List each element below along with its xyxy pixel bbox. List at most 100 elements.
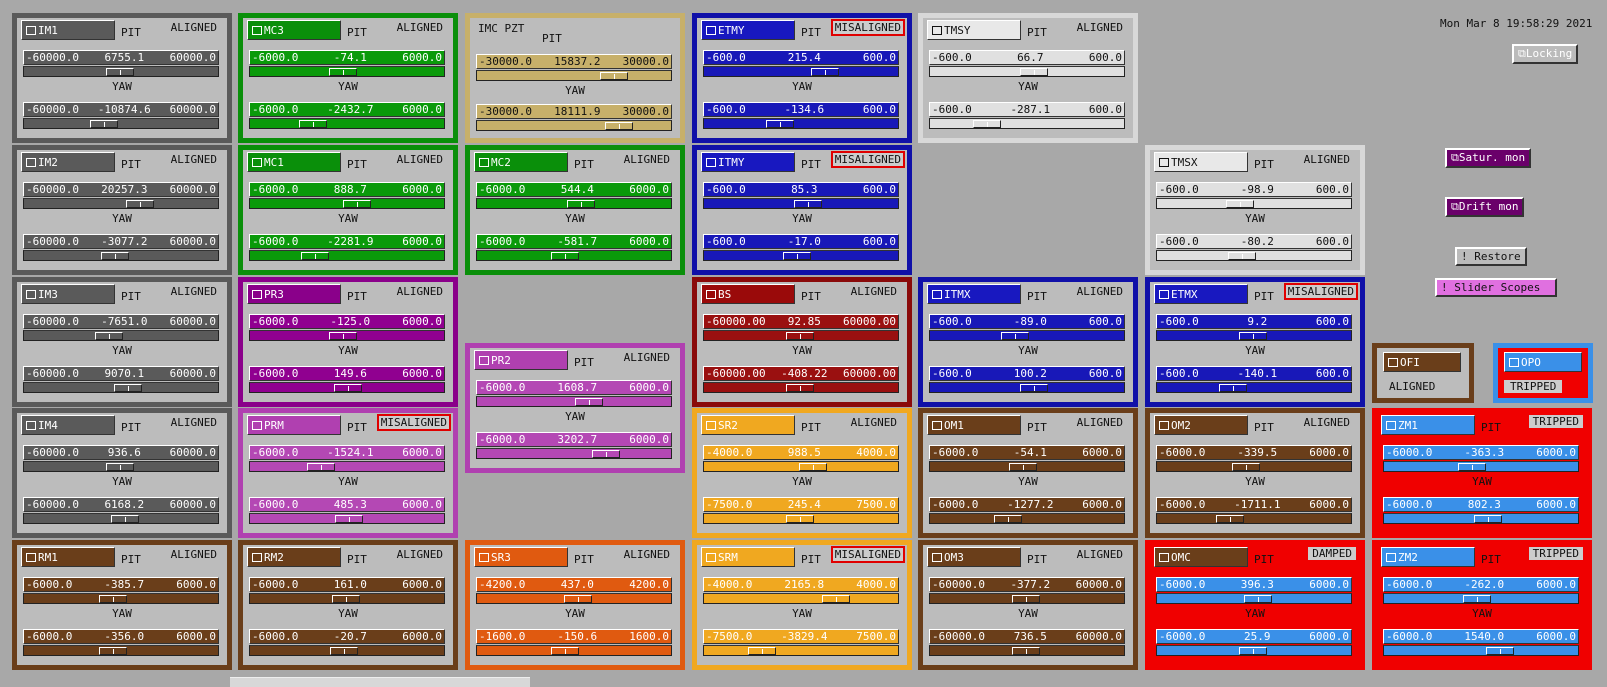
open-om3-button[interactable]: OM3 (927, 547, 1021, 567)
pit-slider[interactable] (703, 593, 899, 604)
pit-slider-handle[interactable] (575, 398, 603, 406)
yaw-slider-handle[interactable] (90, 120, 118, 128)
yaw-slider-handle[interactable] (1228, 252, 1256, 260)
pit-slider[interactable] (703, 66, 899, 77)
yaw-slider-handle[interactable] (114, 384, 142, 392)
pit-slider-handle[interactable] (99, 595, 127, 603)
open-rm2-button[interactable]: RM2 (247, 547, 341, 567)
yaw-slider[interactable] (1156, 645, 1352, 656)
yaw-slider-handle[interactable] (605, 122, 633, 130)
pit-slider[interactable] (1156, 593, 1352, 604)
yaw-slider-handle[interactable] (101, 252, 129, 260)
open-itmy-button[interactable]: ITMY (701, 152, 795, 172)
pit-slider[interactable] (929, 330, 1125, 341)
pit-slider-handle[interactable] (1244, 595, 1272, 603)
pit-slider-handle[interactable] (329, 68, 357, 76)
yaw-slider[interactable] (1383, 645, 1579, 656)
pit-slider-handle[interactable] (567, 200, 595, 208)
yaw-slider[interactable] (249, 513, 445, 524)
yaw-slider-handle[interactable] (1474, 515, 1502, 523)
pit-slider[interactable] (1156, 198, 1352, 209)
open-sr2-button[interactable]: SR2 (701, 415, 795, 435)
drift-mon-button[interactable]: ⧉Drift mon (1445, 197, 1525, 217)
yaw-slider[interactable] (23, 382, 219, 393)
open-im4-button[interactable]: IM4 (21, 415, 115, 435)
yaw-slider[interactable] (703, 118, 899, 129)
open-opo-button[interactable]: OPO (1504, 352, 1582, 372)
open-etmx-button[interactable]: ETMX (1154, 284, 1248, 304)
yaw-slider[interactable] (249, 645, 445, 656)
yaw-slider[interactable] (249, 118, 445, 129)
open-etmy-button[interactable]: ETMY (701, 20, 795, 40)
pit-slider[interactable] (929, 461, 1125, 472)
yaw-slider[interactable] (929, 118, 1125, 129)
pit-slider-handle[interactable] (1001, 332, 1029, 340)
yaw-slider[interactable] (703, 513, 899, 524)
yaw-slider[interactable] (249, 250, 445, 261)
yaw-slider-handle[interactable] (766, 120, 794, 128)
yaw-slider[interactable] (23, 250, 219, 261)
yaw-slider-handle[interactable] (301, 252, 329, 260)
yaw-slider-handle[interactable] (111, 515, 139, 523)
pit-slider-handle[interactable] (126, 200, 154, 208)
yaw-slider-handle[interactable] (748, 647, 776, 655)
yaw-slider-handle[interactable] (1020, 384, 1048, 392)
open-rm1-button[interactable]: RM1 (21, 547, 115, 567)
yaw-slider[interactable] (703, 382, 899, 393)
yaw-slider-handle[interactable] (786, 384, 814, 392)
pit-slider-handle[interactable] (307, 463, 335, 471)
open-sr3-button[interactable]: SR3 (474, 547, 568, 567)
pit-slider[interactable] (23, 593, 219, 604)
yaw-slider-handle[interactable] (973, 120, 1001, 128)
open-om2-button[interactable]: OM2 (1154, 415, 1248, 435)
pit-slider[interactable] (476, 70, 672, 81)
pit-slider[interactable] (929, 593, 1125, 604)
yaw-slider[interactable] (1156, 513, 1352, 524)
yaw-slider-handle[interactable] (1216, 515, 1244, 523)
open-im2-button[interactable]: IM2 (21, 152, 115, 172)
yaw-slider-handle[interactable] (551, 647, 579, 655)
yaw-slider-handle[interactable] (1239, 647, 1267, 655)
yaw-slider[interactable] (703, 250, 899, 261)
yaw-slider-handle[interactable] (334, 384, 362, 392)
yaw-slider-handle[interactable] (330, 647, 358, 655)
open-omc-button[interactable]: OMC (1154, 547, 1248, 567)
yaw-slider[interactable] (929, 382, 1125, 393)
pit-slider-handle[interactable] (106, 463, 134, 471)
pit-slider[interactable] (249, 66, 445, 77)
pit-slider[interactable] (249, 330, 445, 341)
pit-slider[interactable] (476, 396, 672, 407)
yaw-slider[interactable] (23, 118, 219, 129)
pit-slider[interactable] (249, 593, 445, 604)
yaw-slider-handle[interactable] (592, 450, 620, 458)
yaw-slider-handle[interactable] (783, 252, 811, 260)
pit-slider[interactable] (1156, 461, 1352, 472)
yaw-slider[interactable] (249, 382, 445, 393)
pit-slider[interactable] (1383, 461, 1579, 472)
yaw-slider-handle[interactable] (335, 515, 363, 523)
pit-slider-handle[interactable] (794, 200, 822, 208)
pit-slider[interactable] (1156, 330, 1352, 341)
pit-slider-handle[interactable] (564, 595, 592, 603)
open-bs-button[interactable]: BS (701, 284, 795, 304)
slider-scopes-button[interactable]: ! Slider Scopes (1435, 278, 1557, 297)
pit-slider-handle[interactable] (786, 332, 814, 340)
pit-slider-handle[interactable] (799, 463, 827, 471)
yaw-slider-handle[interactable] (1012, 647, 1040, 655)
open-im1-button[interactable]: IM1 (21, 20, 115, 40)
yaw-slider-handle[interactable] (299, 120, 327, 128)
pit-slider[interactable] (476, 593, 672, 604)
yaw-slider-handle[interactable] (1486, 647, 1514, 655)
open-im3-button[interactable]: IM3 (21, 284, 115, 304)
yaw-slider[interactable] (23, 513, 219, 524)
locking-button[interactable]: ⧉Locking (1512, 44, 1579, 64)
yaw-slider-handle[interactable] (994, 515, 1022, 523)
yaw-slider[interactable] (929, 645, 1125, 656)
satur-mon-button[interactable]: ⧉Satur. mon (1445, 148, 1532, 168)
open-tmsx-button[interactable]: TMSX (1154, 152, 1248, 172)
yaw-slider-handle[interactable] (1219, 384, 1247, 392)
pit-slider-handle[interactable] (1232, 463, 1260, 471)
pit-slider[interactable] (703, 461, 899, 472)
pit-slider-handle[interactable] (811, 68, 839, 76)
open-zm1-button[interactable]: ZM1 (1381, 415, 1475, 435)
